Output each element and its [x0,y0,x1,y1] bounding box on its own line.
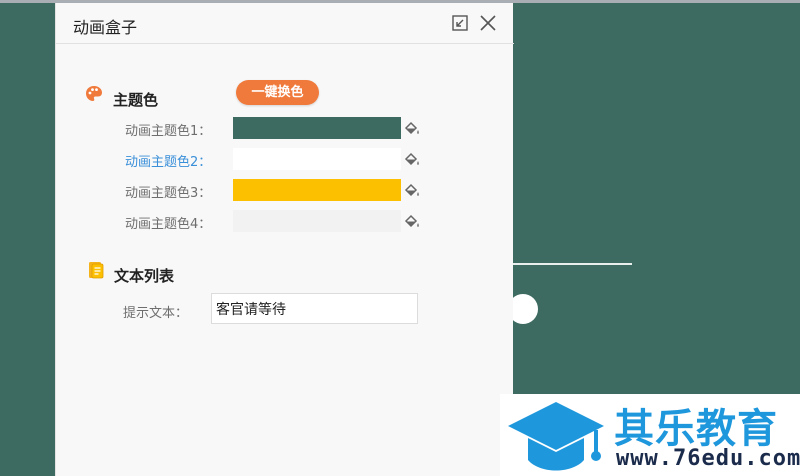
paint-bucket-icon[interactable] [404,121,422,137]
theme-color-2-swatch[interactable] [233,148,401,170]
graduation-cap-icon [504,396,608,474]
prompt-text-label: 提示文本： [123,306,189,321]
watermark: 其乐教育 www.76edu.com [500,394,800,476]
animation-box-panel: 动画盒子 主题色 一键换色 动画主题色1： 动画主题色2： 动画主题色3： 动画… [55,3,514,476]
theme-color-4-swatch[interactable] [233,210,401,232]
palette-icon [85,85,103,103]
theme-color-4-label: 动画主题色4： [125,217,212,232]
paint-bucket-icon[interactable] [404,183,422,199]
theme-color-3-label: 动画主题色3： [125,186,212,201]
paint-bucket-icon[interactable] [404,152,422,168]
animation-progress-line [512,263,632,265]
document-icon [87,261,105,279]
text-list-section-title: 文本列表 [114,267,175,285]
theme-color-3-swatch[interactable] [233,179,401,201]
theme-color-2-label: 动画主题色2： [125,155,212,170]
theme-section-title: 主题色 [113,91,159,109]
theme-color-1-label: 动画主题色1： [125,124,212,139]
panel-header: 动画盒子 [56,3,514,44]
one-click-swap-button[interactable]: 一键换色 [236,80,319,105]
panel-title: 动画盒子 [73,18,138,37]
paint-bucket-icon[interactable] [404,214,422,230]
watermark-url: www.76edu.com [616,446,800,471]
theme-color-1-swatch[interactable] [233,117,401,139]
prompt-text-input[interactable] [211,293,418,324]
restore-icon[interactable] [450,13,470,33]
close-icon[interactable] [478,13,498,33]
